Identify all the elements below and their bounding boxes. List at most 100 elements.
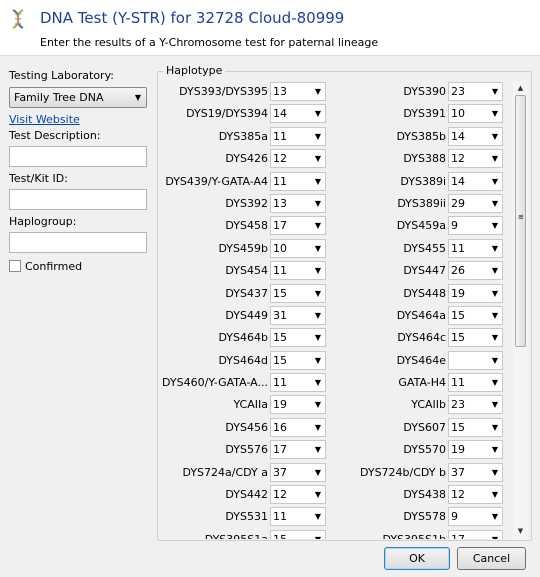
marker-value: 14 bbox=[451, 174, 465, 188]
marker-value: 13 bbox=[273, 196, 287, 210]
marker-value-select[interactable]: 37 ▼ bbox=[270, 462, 326, 482]
scrollbar-thumb[interactable]: ≡ bbox=[515, 95, 526, 347]
marker-label: DYS442 bbox=[225, 488, 268, 502]
marker-label: DYS724a/CDY a bbox=[182, 465, 268, 479]
confirmed-row[interactable]: Confirmed bbox=[9, 258, 149, 274]
marker-value-select[interactable]: 12 ▼ bbox=[270, 149, 326, 169]
marker-value-select[interactable]: ▼ bbox=[448, 350, 503, 370]
testing-laboratory-select[interactable]: Family Tree DNA ▼ bbox=[9, 87, 147, 108]
marker-value: 17 bbox=[273, 443, 287, 457]
marker-value-select[interactable]: 31 ▼ bbox=[270, 305, 326, 325]
marker-label: DYS464e bbox=[396, 353, 446, 367]
marker-value-select[interactable]: 12 ▼ bbox=[448, 485, 503, 505]
chevron-down-icon: ▼ bbox=[491, 266, 498, 276]
marker-value-select[interactable]: 14 ▼ bbox=[448, 171, 503, 191]
haplotype-row: DYS449 31 ▼ DYS464a 15 ▼ bbox=[161, 305, 511, 327]
marker-value-select[interactable]: 15 ▼ bbox=[270, 529, 326, 539]
marker-value-select[interactable]: 17 ▼ bbox=[448, 529, 503, 539]
visit-website-link[interactable]: Visit Website bbox=[9, 112, 149, 128]
marker-value-select[interactable]: 12 ▼ bbox=[448, 149, 503, 169]
testing-laboratory-value: Family Tree DNA bbox=[14, 91, 104, 104]
marker-label: DYS395S1a bbox=[161, 529, 268, 539]
marker-value-select[interactable]: 13 ▼ bbox=[270, 82, 326, 101]
chevron-down-icon: ▼ bbox=[314, 154, 321, 164]
marker-label: DYS439/Y-GATA-A4 bbox=[165, 174, 268, 188]
marker-value-select[interactable]: 14 ▼ bbox=[448, 126, 503, 146]
marker-value-select[interactable]: 23 ▼ bbox=[448, 395, 503, 415]
marker-value-select[interactable]: 11 ▼ bbox=[448, 373, 503, 393]
marker-value-select[interactable]: 19 ▼ bbox=[448, 440, 503, 460]
marker-value-select[interactable]: 9 ▼ bbox=[448, 216, 503, 236]
marker-value-select[interactable]: 11 ▼ bbox=[270, 261, 326, 281]
marker-value-select[interactable]: 19 ▼ bbox=[270, 395, 326, 415]
marker-value-select[interactable]: 12 ▼ bbox=[270, 485, 326, 505]
marker-value-select[interactable]: 15 ▼ bbox=[448, 417, 503, 437]
test-description-input[interactable] bbox=[9, 146, 147, 167]
marker-value-select[interactable]: 10 ▼ bbox=[448, 104, 503, 124]
marker-value-select[interactable]: 17 ▼ bbox=[270, 216, 326, 236]
marker-value-select[interactable]: 26 ▼ bbox=[448, 261, 503, 281]
chevron-down-icon: ▼ bbox=[491, 154, 498, 164]
marker-value: 17 bbox=[451, 533, 465, 539]
marker-value-select[interactable]: 16 ▼ bbox=[270, 417, 326, 437]
marker-label: DYS607 bbox=[403, 420, 446, 434]
haplotype-row: DYS464d 15 ▼ DYS464e ▼ bbox=[161, 350, 511, 372]
haplotype-row: DYS439/Y-GATA-A4 11 ▼ DYS389i 14 ▼ bbox=[161, 171, 511, 193]
marker-label: DYS393/DYS395 bbox=[179, 85, 268, 98]
marker-value: 11 bbox=[273, 510, 287, 524]
haplotype-scrollbar[interactable]: ▲ ≡ ▼ bbox=[513, 81, 528, 539]
marker-value-select[interactable]: 15 ▼ bbox=[270, 328, 326, 348]
chevron-down-icon: ▼ bbox=[491, 176, 498, 186]
marker-value: 10 bbox=[273, 241, 287, 255]
marker-label: DYS395S1b bbox=[339, 529, 446, 539]
marker-value-select[interactable]: 9 ▼ bbox=[448, 507, 503, 527]
marker-value: 12 bbox=[451, 152, 465, 166]
marker-value-select[interactable]: 23 ▼ bbox=[448, 82, 503, 101]
marker-value-select[interactable]: 11 ▼ bbox=[270, 171, 326, 191]
marker-value-select[interactable]: 17 ▼ bbox=[270, 440, 326, 460]
marker-value-select[interactable]: 15 ▼ bbox=[270, 350, 326, 370]
marker-label: YCAIIb bbox=[411, 398, 446, 412]
marker-value-select[interactable]: 15 ▼ bbox=[270, 283, 326, 303]
chevron-down-icon: ▼ bbox=[491, 512, 498, 522]
haplotype-row: DYS460/Y-GATA-A... 11 ▼ GATA-H4 11 ▼ bbox=[161, 372, 511, 394]
marker-value: 31 bbox=[273, 308, 287, 322]
marker-value-select[interactable]: 11 ▼ bbox=[270, 507, 326, 527]
chevron-down-icon: ▼ bbox=[314, 333, 321, 343]
marker-value-select[interactable]: 11 ▼ bbox=[270, 373, 326, 393]
cancel-button[interactable]: Cancel bbox=[457, 547, 526, 570]
marker-label: DYS389i bbox=[400, 174, 446, 188]
marker-value-select[interactable]: 29 ▼ bbox=[448, 193, 503, 213]
haplogroup-input[interactable] bbox=[9, 232, 147, 253]
marker-value-select[interactable]: 15 ▼ bbox=[448, 328, 503, 348]
scroll-down-arrow-icon[interactable]: ▼ bbox=[513, 524, 528, 539]
haplotype-row: DYS459b 10 ▼ DYS455 11 ▼ bbox=[161, 238, 511, 260]
marker-value-select[interactable]: 10 ▼ bbox=[270, 238, 326, 258]
marker-value-select[interactable]: 37 ▼ bbox=[448, 462, 503, 482]
marker-label: DYS437 bbox=[225, 286, 268, 300]
haplotype-row: DYS454 11 ▼ DYS447 26 ▼ bbox=[161, 260, 511, 282]
test-kit-id-input[interactable] bbox=[9, 189, 147, 210]
marker-value-select[interactable]: 19 ▼ bbox=[448, 283, 503, 303]
marker-value-select[interactable]: 11 ▼ bbox=[448, 238, 503, 258]
scroll-up-arrow-icon[interactable]: ▲ bbox=[513, 81, 528, 96]
marker-value: 15 bbox=[273, 331, 287, 345]
chevron-down-icon: ▼ bbox=[314, 400, 321, 410]
marker-value: 14 bbox=[451, 129, 465, 143]
marker-label: DYS391 bbox=[403, 107, 446, 121]
chevron-down-icon: ▼ bbox=[314, 355, 321, 365]
marker-value-select[interactable]: 14 ▼ bbox=[270, 104, 326, 124]
test-description-label: Test Description: bbox=[9, 129, 101, 142]
marker-value-select[interactable]: 13 ▼ bbox=[270, 193, 326, 213]
haplotype-row: DYS724a/CDY a 37 ▼ DYS724b/CDY b 37 ▼ bbox=[161, 462, 511, 484]
chevron-down-icon: ▼ bbox=[491, 310, 498, 320]
marker-value-select[interactable]: 11 ▼ bbox=[270, 126, 326, 146]
grip-icon: ≡ bbox=[518, 213, 524, 221]
confirmed-checkbox[interactable] bbox=[9, 260, 21, 272]
chevron-down-icon: ▼ bbox=[491, 445, 498, 455]
chevron-down-icon: ▼ bbox=[492, 531, 498, 539]
ok-button[interactable]: OK bbox=[384, 547, 450, 570]
marker-value: 12 bbox=[451, 488, 465, 502]
marker-value-select[interactable]: 15 ▼ bbox=[448, 305, 503, 325]
chevron-down-icon: ▼ bbox=[314, 378, 321, 388]
